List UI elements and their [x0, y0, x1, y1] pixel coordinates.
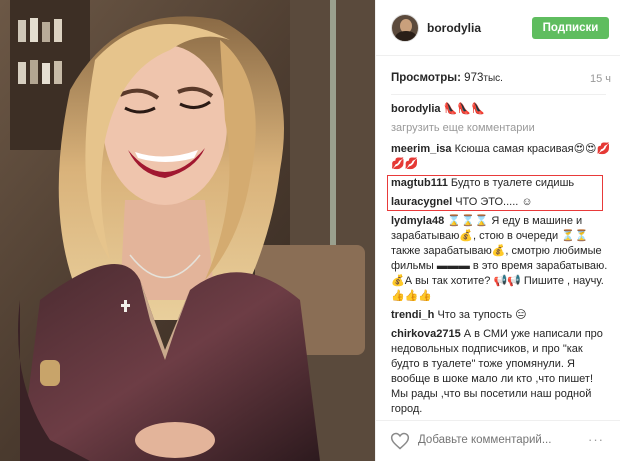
comment-item: trendi_h Что за тупость 😑: [391, 308, 611, 323]
comment-item: lydmyla48 ⌛⌛⌛ Я еду в машине и зарабатыв…: [391, 214, 611, 304]
views-count: 973: [464, 72, 484, 84]
caption: borodylia 👠👠👠: [391, 102, 611, 117]
divider: [391, 94, 606, 95]
comment-bar: ···: [376, 420, 620, 461]
comment-text: Что за тупость 😑: [437, 309, 527, 321]
comment-username[interactable]: trendi_h: [391, 309, 434, 321]
comment-username[interactable]: meerim_isa: [391, 143, 452, 155]
post-header: borodylia Подписки: [376, 0, 620, 56]
avatar[interactable]: [391, 14, 419, 42]
comment-text: А в СМИ уже написали про недовольных под…: [391, 328, 603, 415]
caption-text: 👠👠👠: [443, 103, 485, 115]
comments-list: borodylia 👠👠👠 загрузить еще комментарии …: [387, 102, 611, 421]
photo-illustration: [0, 0, 375, 461]
post-photo[interactable]: [0, 0, 375, 461]
caption-username[interactable]: borodylia: [391, 103, 441, 115]
load-more-comments-link[interactable]: загрузить еще комментарии: [391, 121, 611, 136]
comment-item: chirkova2715 А в СМИ уже написали про не…: [391, 327, 611, 417]
highlight-box: [387, 175, 603, 211]
timestamp[interactable]: 15 ч: [590, 73, 611, 85]
heart-icon[interactable]: [390, 431, 410, 451]
username-link[interactable]: borodylia: [427, 21, 481, 35]
comment-username[interactable]: lydmyla48: [391, 215, 444, 227]
ellipsis-icon[interactable]: ···: [588, 432, 604, 447]
post-meta: Просмотры: 973тыс. 15 ч: [391, 72, 611, 88]
comment-text: ⌛⌛⌛ Я еду в машине и зарабатываю💰, стою …: [391, 215, 608, 302]
comment-item: meerim_isa Ксюша самая красивая😍😍💋💋💋: [391, 142, 611, 172]
views-suffix: тыс.: [483, 73, 503, 84]
add-comment-input[interactable]: [418, 434, 588, 446]
post-sidebar: borodylia Подписки Просмотры: 973тыс. 15…: [375, 0, 620, 461]
following-button[interactable]: Подписки: [532, 17, 609, 39]
views-label: Просмотры:: [391, 72, 461, 84]
comment-username[interactable]: chirkova2715: [391, 328, 461, 340]
